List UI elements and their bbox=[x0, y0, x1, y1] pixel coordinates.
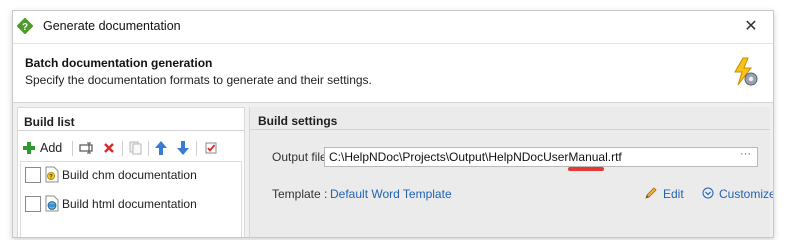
copy-button[interactable] bbox=[126, 138, 144, 158]
svg-text:?: ? bbox=[22, 22, 28, 33]
build-settings-panel: Build settings Output file : C:\HelpNDoc… bbox=[249, 107, 773, 237]
chm-file-icon: ? bbox=[45, 166, 59, 183]
move-down-button[interactable] bbox=[174, 138, 192, 158]
template-label: Template : bbox=[272, 187, 328, 201]
highlight-underline bbox=[568, 167, 604, 171]
close-button[interactable]: ✕ bbox=[739, 15, 763, 39]
copy-icon bbox=[129, 141, 141, 155]
arrow-up-icon bbox=[155, 141, 167, 155]
template-link[interactable]: Default Word Template bbox=[330, 187, 452, 201]
build-list-toolbar: Add bbox=[22, 138, 242, 158]
output-file-value: C:\HelpNDoc\Projects\Output\HelpNDocUser… bbox=[329, 150, 622, 164]
list-item-label: Build chm documentation bbox=[62, 168, 197, 182]
generate-documentation-dialog: ? Generate documentation ✕ Batch documen… bbox=[12, 10, 774, 238]
item-checkbox[interactable] bbox=[25, 196, 41, 212]
list-item-label: Build html documentation bbox=[62, 197, 197, 211]
customize-link[interactable]: Customize bbox=[719, 187, 773, 201]
toolbar-separator bbox=[196, 141, 197, 156]
header-subtitle: Specify the documentation formats to gen… bbox=[25, 73, 372, 87]
delete-button[interactable] bbox=[100, 138, 118, 158]
item-checkbox[interactable] bbox=[25, 167, 41, 183]
title-bar: ? Generate documentation ✕ bbox=[13, 11, 773, 44]
toolbar-separator bbox=[72, 141, 73, 156]
html-file-icon bbox=[45, 195, 59, 212]
delete-x-icon bbox=[104, 143, 114, 153]
browse-button[interactable]: ··· bbox=[740, 148, 751, 160]
helpndoc-app-icon: ? bbox=[17, 18, 33, 34]
output-file-field[interactable]: C:\HelpNDoc\Projects\Output\HelpNDocUser… bbox=[324, 147, 758, 167]
plus-icon bbox=[23, 142, 35, 154]
svg-text:?: ? bbox=[49, 174, 53, 180]
add-button[interactable]: Add bbox=[22, 138, 68, 158]
window-title: Generate documentation bbox=[43, 19, 181, 33]
list-item[interactable]: Build html documentation bbox=[21, 191, 241, 217]
checkbox-checked-icon bbox=[205, 142, 217, 154]
add-label: Add bbox=[40, 141, 63, 155]
header-title: Batch documentation generation bbox=[25, 56, 213, 70]
edit-link[interactable]: Edit bbox=[663, 187, 684, 201]
build-list-panel: Build list Add ? Build chm documentation… bbox=[17, 107, 245, 237]
check-all-button[interactable] bbox=[202, 138, 220, 158]
arrow-down-icon bbox=[177, 141, 189, 155]
pencil-icon bbox=[645, 187, 657, 199]
toolbar-separator bbox=[122, 141, 123, 156]
chevron-down-circle-icon bbox=[702, 187, 714, 199]
rename-button[interactable] bbox=[77, 138, 97, 158]
build-settings-heading: Build settings bbox=[258, 114, 338, 128]
rename-icon bbox=[79, 142, 93, 154]
build-list-heading: Build list bbox=[24, 115, 75, 129]
toolbar-separator bbox=[148, 141, 149, 156]
divider bbox=[18, 130, 244, 131]
move-up-button[interactable] bbox=[152, 138, 170, 158]
dialog-header: Batch documentation generation Specify t… bbox=[13, 44, 773, 103]
divider bbox=[250, 129, 770, 130]
lightning-gear-icon bbox=[734, 57, 758, 86]
build-list: ? Build chm documentation Build html doc… bbox=[20, 161, 242, 237]
list-item[interactable]: ? Build chm documentation bbox=[21, 162, 241, 188]
